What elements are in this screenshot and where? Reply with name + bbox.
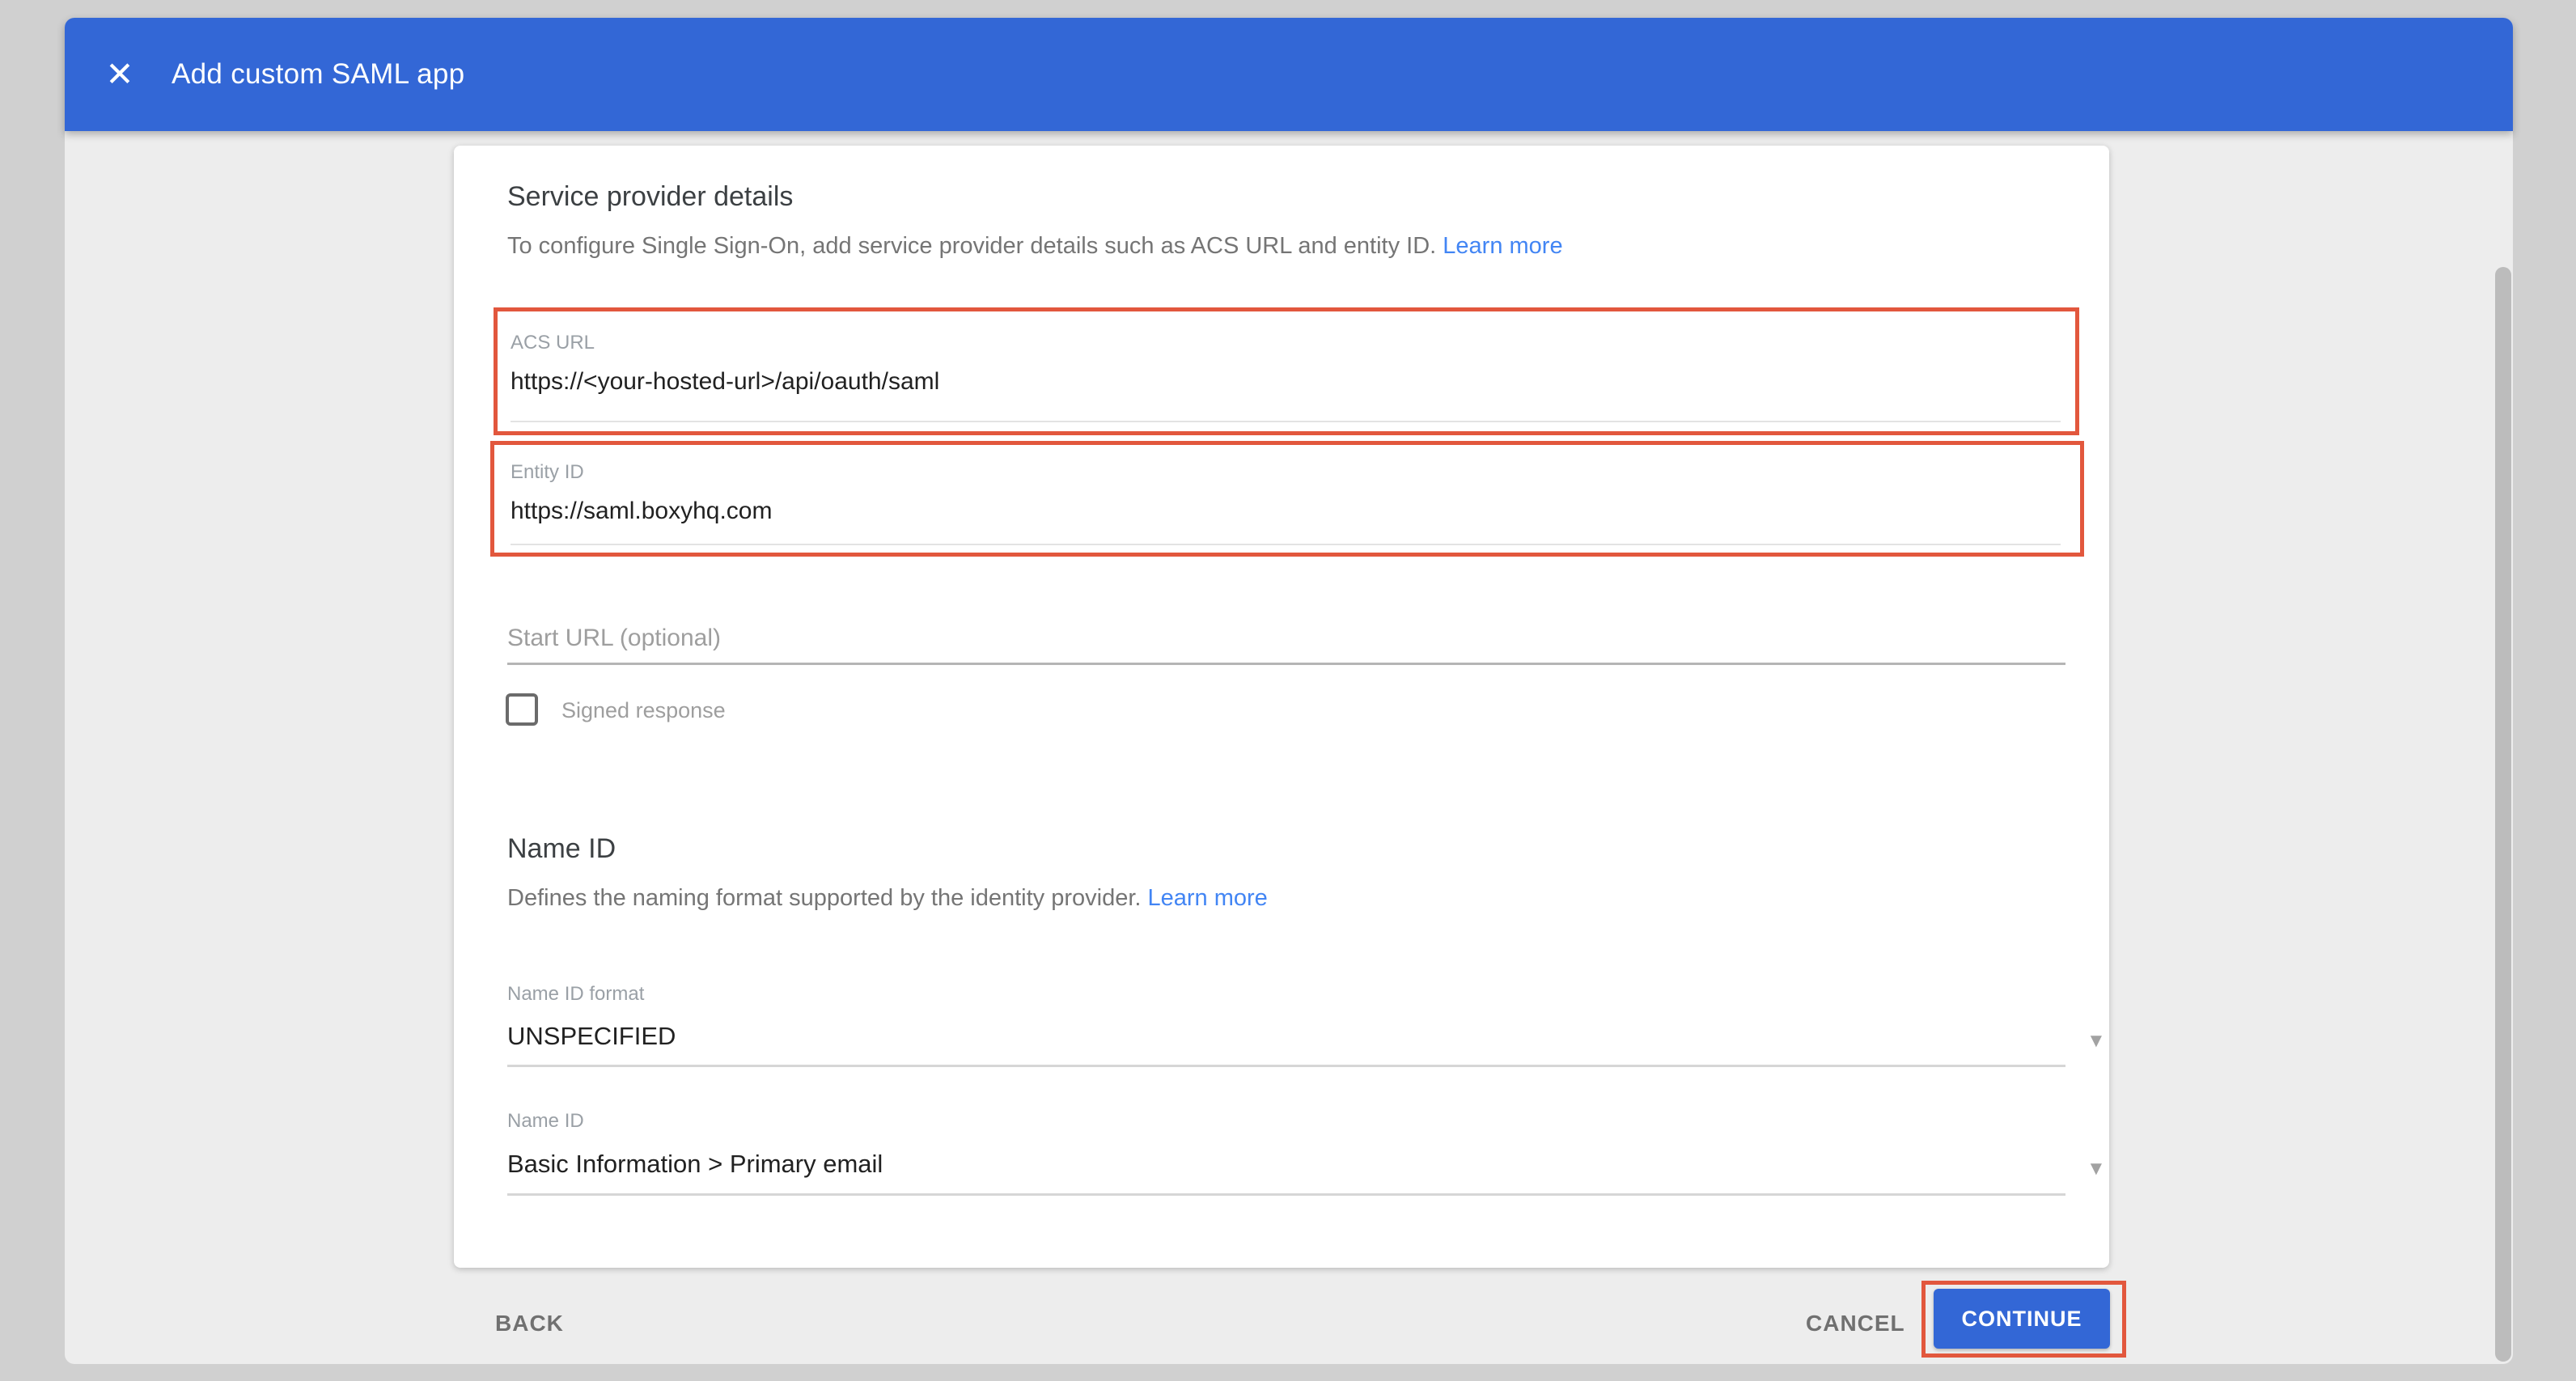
learn-more-link-sp[interactable]: Learn more — [1443, 233, 1562, 259]
name-id-value: Basic Information > Primary email — [507, 1150, 883, 1179]
name-id-format-label: Name ID format — [507, 983, 644, 1006]
chevron-down-icon: ▼ — [2087, 1158, 2106, 1180]
dialog-title: Add custom SAML app — [172, 58, 464, 91]
continue-button[interactable]: CONTINUE — [1934, 1289, 2110, 1349]
close-icon[interactable]: ✕ — [99, 53, 141, 95]
name-id-format-underline — [507, 1065, 2065, 1067]
name-id-select[interactable]: Basic Information > Primary email ▼ — [507, 1150, 2065, 1190]
acs-url-input[interactable] — [511, 368, 2048, 396]
page-background: { "dialog": { "title": "Add custom SAML … — [0, 0, 2576, 1381]
service-provider-card: Service provider details To configure Si… — [454, 146, 2109, 1268]
acs-url-label: ACS URL — [511, 332, 595, 354]
dialog-header: ✕ Add custom SAML app — [65, 18, 2513, 131]
scrollbar-thumb[interactable] — [2495, 267, 2511, 1362]
entity-id-input[interactable] — [511, 498, 2048, 525]
signed-response-label: Signed response — [561, 698, 726, 723]
name-id-underline — [507, 1193, 2065, 1196]
service-provider-heading: Service provider details — [507, 181, 793, 213]
entity-id-underline — [511, 544, 2061, 545]
acs-url-underline — [511, 421, 2061, 422]
back-button[interactable]: BACK — [495, 1311, 564, 1337]
add-saml-app-dialog: ✕ Add custom SAML app Service provider d… — [65, 18, 2513, 1364]
service-provider-description: To configure Single Sign-On, add service… — [507, 233, 1563, 260]
name-id-description: Defines the naming format supported by t… — [507, 885, 1268, 912]
learn-more-link-nameid[interactable]: Learn more — [1148, 885, 1268, 911]
name-id-format-value: UNSPECIFIED — [507, 1022, 676, 1051]
name-id-format-select[interactable]: UNSPECIFIED ▼ — [507, 1022, 2065, 1062]
cancel-button[interactable]: CANCEL — [1806, 1311, 1905, 1337]
name-id-label: Name ID — [507, 1110, 584, 1133]
entity-id-label: Entity ID — [511, 461, 584, 484]
name-id-heading: Name ID — [507, 833, 616, 865]
name-id-description-text: Defines the naming format supported by t… — [507, 885, 1141, 911]
service-provider-description-text: To configure Single Sign-On, add service… — [507, 233, 1436, 259]
signed-response-checkbox[interactable] — [506, 693, 538, 726]
chevron-down-icon: ▼ — [2087, 1030, 2106, 1053]
start-url-input[interactable] — [507, 613, 2065, 665]
